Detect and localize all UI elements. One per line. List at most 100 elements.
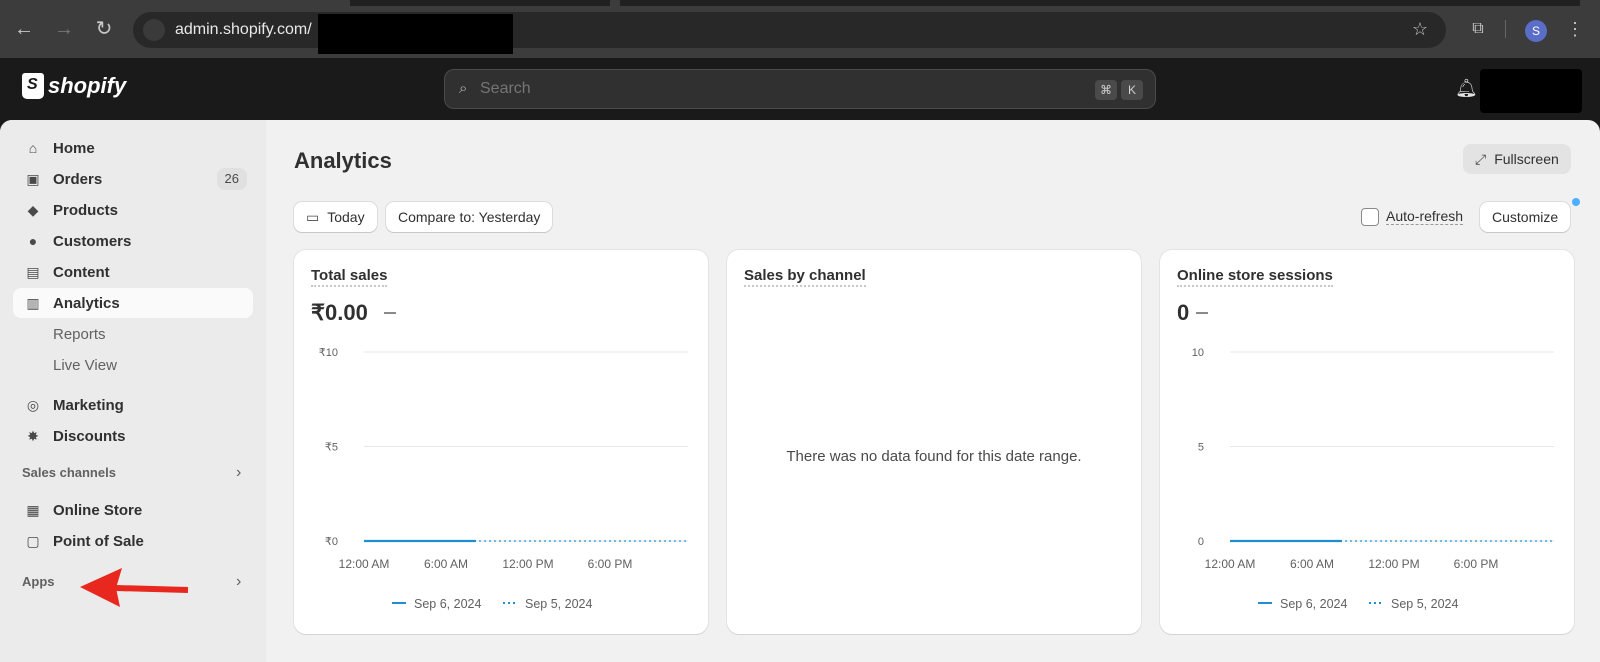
sidebar-item-orders[interactable]: ▣ Orders 26 [13, 164, 253, 194]
reload-icon[interactable]: ↻ [92, 17, 116, 41]
x-tick-label: 12:00 AM [339, 557, 390, 571]
discount-icon: ✸ [27, 428, 39, 444]
sidebar-item-label: Online Store [53, 502, 143, 519]
apps-heading[interactable]: Apps [22, 574, 55, 589]
chevron-right-icon[interactable]: › [236, 464, 241, 482]
shopify-bag-icon [22, 73, 44, 99]
auto-refresh-label[interactable]: Auto-refresh [1386, 208, 1464, 225]
more-menu-icon[interactable]: ⋮ [1563, 17, 1587, 41]
notification-dot [1572, 198, 1580, 206]
redacted-account-menu[interactable] [1480, 69, 1582, 113]
cmd-key: ⌘ [1095, 80, 1117, 100]
sidebar-item-customers[interactable]: ● Customers [13, 226, 253, 256]
y-tick-label: ₹10 [319, 347, 338, 359]
shopify-logo[interactable]: shopify [22, 73, 126, 99]
sidebar-item-label: Customers [53, 233, 132, 250]
sidebar-item-label: Content [53, 264, 110, 281]
browser-tab[interactable] [350, 0, 610, 6]
main-content: Analytics ⤢ Fullscreen ▭ Today Compare t… [266, 120, 1600, 662]
expand-icon: ⤢ [1475, 150, 1487, 167]
k-key: K [1121, 80, 1143, 100]
browser-toolbar: ← → ↻ admin.shopify.com/ ☆ ⧉ S ⋮ [0, 0, 1600, 58]
x-tick-label: 12:00 PM [502, 557, 553, 571]
forward-icon[interactable]: → [52, 17, 76, 41]
sidebar: ⌂ Home ▣ Orders 26 ◆ Products ● Customer… [0, 120, 266, 662]
admin-shell: ⌂ Home ▣ Orders 26 ◆ Products ● Customer… [0, 120, 1600, 662]
y-tick-label: 5 [1198, 442, 1204, 454]
sidebar-item-label: Point of Sale [53, 533, 144, 550]
sidebar-item-live-view[interactable]: Live View [13, 350, 253, 380]
y-tick-label: 0 [1198, 536, 1204, 548]
sidebar-item-online-store[interactable]: ▦ Online Store [13, 495, 253, 525]
sidebar-item-label: Products [53, 202, 119, 219]
back-icon[interactable]: ← [12, 17, 36, 41]
logo-text: shopify [48, 73, 127, 98]
store-icon: ▦ [26, 502, 40, 518]
sidebar-item-label: Marketing [53, 397, 124, 414]
search-input[interactable] [480, 80, 980, 98]
compare-button[interactable]: Compare to: Yesterday [386, 202, 553, 232]
legend-label: Sep 6, 2024 [414, 597, 481, 611]
notifications-bell-icon[interactable]: 🔔︎ [1455, 78, 1478, 99]
x-tick-label: 12:00 AM [1205, 557, 1256, 571]
sidebar-item-home[interactable]: ⌂ Home [13, 133, 253, 163]
sidebar-item-label: Reports [53, 326, 106, 343]
sidebar-item-label: Analytics [53, 295, 120, 312]
sidebar-item-analytics[interactable]: ▥ Analytics [13, 288, 253, 318]
customize-label: Customize [1492, 209, 1559, 225]
card-title[interactable]: Sales by channel [744, 267, 866, 287]
today-label: Today [327, 209, 365, 225]
x-tick-label: 12:00 PM [1368, 557, 1419, 571]
pos-icon: ▢ [26, 533, 40, 549]
address-bar[interactable]: admin.shopify.com/ [133, 12, 1446, 54]
search-icon: ⌕ [459, 80, 468, 97]
fullscreen-label: Fullscreen [1494, 151, 1559, 167]
sidebar-item-reports[interactable]: Reports [13, 319, 253, 349]
legend-label: Sep 5, 2024 [1391, 597, 1458, 611]
legend-label: Sep 5, 2024 [525, 597, 592, 611]
sidebar-item-products[interactable]: ◆ Products [13, 195, 253, 225]
sales-by-channel-card: Sales by channel There was no data found… [727, 250, 1141, 634]
target-icon: ◎ [26, 397, 40, 413]
customize-button[interactable]: Customize [1480, 202, 1571, 232]
search-box[interactable]: ⌕ ⌘ K [444, 69, 1156, 109]
url-text: admin.shopify.com/ [175, 21, 312, 38]
compare-label: Compare to: Yesterday [398, 209, 541, 225]
calendar-icon: ▭ [306, 208, 320, 225]
orders-count-badge: 26 [216, 168, 247, 190]
total-sales-chart: ₹0 ₹5 ₹10 12:00 AM 6:00 AM 12:00 PM 6:00 PM Sep… [319, 347, 688, 611]
sales-channels-heading[interactable]: Sales channels [22, 465, 116, 480]
auto-refresh-checkbox[interactable] [1361, 208, 1379, 226]
site-settings-icon[interactable] [143, 19, 165, 41]
online-store-sessions-chart: 0 5 10 12:00 AM 6:00 AM 12:00 PM 6:00 PM Sep 6,… [1192, 347, 1554, 611]
online-store-sessions-card: Online store sessions 0 0 5 10 12:00 AM 6:00… [1160, 250, 1574, 634]
sidebar-item-label: Home [53, 140, 95, 157]
browser-tab[interactable] [620, 0, 1580, 6]
sidebar-item-label: Orders [53, 171, 103, 188]
x-tick-label: 6:00 PM [588, 557, 633, 571]
y-tick-label: ₹0 [325, 536, 338, 548]
orders-icon: ▣ [26, 171, 40, 187]
total-sales-card: Total sales ₹0.00 ₹0 ₹5 ₹10 12:00 AM 6:00 AM… [294, 250, 708, 634]
sidebar-item-content[interactable]: ▤ Content [13, 257, 253, 287]
content-icon: ▤ [26, 264, 40, 280]
y-tick-label: ₹5 [325, 442, 338, 454]
analytics-icon: ▥ [26, 295, 40, 311]
sidebar-item-point-of-sale[interactable]: ▢ Point of Sale [13, 526, 253, 556]
annotation-arrow-icon [80, 568, 189, 607]
chevron-right-icon[interactable]: › [236, 573, 241, 591]
sidebar-item-label: Live View [53, 357, 117, 374]
home-icon: ⌂ [28, 140, 38, 156]
sidebar-item-discounts[interactable]: ✸ Discounts [13, 421, 253, 451]
profile-avatar[interactable]: S [1525, 20, 1547, 42]
extensions-icon[interactable]: ⧉ [1466, 17, 1490, 41]
y-tick-label: 10 [1192, 347, 1204, 359]
x-tick-label: 6:00 AM [424, 557, 468, 571]
date-range-button[interactable]: ▭ Today [294, 202, 377, 232]
x-tick-label: 6:00 AM [1290, 557, 1334, 571]
fullscreen-button[interactable]: ⤢ Fullscreen [1463, 144, 1571, 174]
sidebar-item-marketing[interactable]: ◎ Marketing [13, 390, 253, 420]
tag-icon: ◆ [27, 202, 39, 218]
bookmark-star-icon[interactable]: ☆ [1408, 17, 1432, 41]
page-title: Analytics [294, 148, 392, 173]
